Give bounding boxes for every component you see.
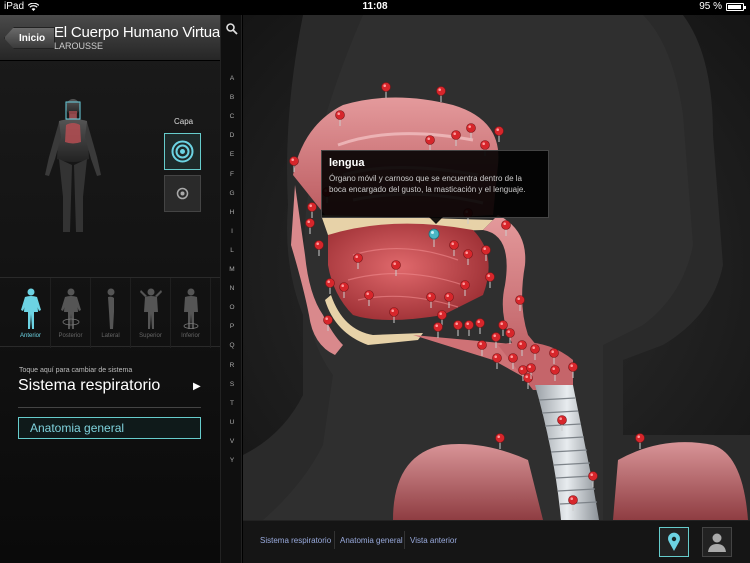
chevron-right-icon[interactable]: ▶	[193, 381, 201, 392]
left-panel: Inicio El Cuerpo Humano Virtual LAROUSSE…	[0, 15, 224, 563]
view-inferior[interactable]: Inferior	[171, 278, 211, 348]
section-button[interactable]: Anatomia general	[18, 417, 201, 439]
view-label: Superior	[139, 333, 162, 339]
app-header: Inicio El Cuerpo Humano Virtual LAROUSSE	[0, 15, 224, 61]
alphabet-letter-q[interactable]: Q	[221, 342, 243, 349]
alphabet-letter-r[interactable]: R	[221, 362, 243, 369]
layer-outer-button[interactable]	[164, 133, 201, 170]
alphabet-letter-s[interactable]: S	[221, 381, 243, 388]
alphabet-letter-o[interactable]: O	[221, 304, 243, 311]
clock: 11:08	[362, 1, 388, 12]
tooltip-title: lengua	[329, 157, 365, 169]
battery-group: 95 %	[699, 1, 746, 12]
app-title: El Cuerpo Humano Virtual	[54, 24, 224, 41]
view-posterior[interactable]: Posterior	[51, 278, 91, 348]
divider	[18, 407, 201, 408]
figure-front-icon	[21, 288, 41, 329]
alphabet-letter-f[interactable]: F	[221, 171, 243, 178]
layer-dot-icon	[176, 187, 189, 200]
divider	[404, 531, 405, 549]
view-label: Posterior	[58, 333, 83, 339]
anatomy-viewer[interactable]: lengua Órgano móvil y carnoso que se enc…	[243, 15, 750, 520]
breadcrumb-view[interactable]: Vista anterior	[410, 536, 457, 545]
figure-top-icon	[140, 288, 162, 329]
alphabet-letter-v[interactable]: V	[221, 438, 243, 445]
head-sagittal-illustration	[243, 15, 750, 520]
alphabet-letter-p[interactable]: P	[221, 323, 243, 330]
figure-side-icon	[107, 288, 115, 329]
alphabet-letter-u[interactable]: U	[221, 419, 243, 426]
tooltip-description: Órgano móvil y carnoso que se encuentra …	[329, 174, 526, 194]
alphabet-index: A B C D E F G H I L M N O P Q R S T U V Y	[220, 15, 242, 563]
figure-back-icon	[61, 288, 81, 329]
alphabet-letter-t[interactable]: T	[221, 400, 243, 407]
viewer-footer: Sistema respiratorio Anatomia general Vi…	[243, 520, 750, 563]
alphabet-letter-h[interactable]: H	[221, 209, 243, 216]
layer-inner-button[interactable]	[164, 175, 201, 212]
battery-percent: 95 %	[699, 1, 722, 12]
user-silhouette-icon	[708, 533, 726, 552]
alphabet-letter-a[interactable]: A	[221, 75, 243, 82]
alphabet-letter-b[interactable]: B	[221, 94, 243, 101]
body-navigator: Capa	[0, 61, 220, 276]
human-body-thumbnail[interactable]	[33, 97, 113, 237]
view-label: Lateral	[101, 333, 120, 339]
alphabet-letter-i[interactable]: I	[221, 228, 243, 235]
alphabet-letter-l[interactable]: L	[221, 247, 243, 254]
layer-label: Capa	[174, 117, 194, 126]
divider	[334, 531, 335, 549]
alphabet-letter-g[interactable]: G	[221, 190, 243, 197]
status-bar: iPad 11:08 95 %	[0, 0, 750, 15]
alphabet-letter-e[interactable]: E	[221, 151, 243, 158]
figure-bottom-icon	[183, 288, 199, 329]
system-selector[interactable]: Sistema respiratorio	[18, 377, 160, 395]
app-publisher: LAROUSSE	[54, 41, 104, 51]
battery-icon	[726, 2, 746, 11]
figure-toggle-button[interactable]	[702, 527, 732, 557]
map-pin-icon	[668, 532, 680, 551]
view-selector: Anterior Posterior Lateral Superior Infe…	[0, 277, 220, 348]
view-lateral[interactable]: Lateral	[91, 278, 131, 348]
view-label: Inferior	[181, 333, 200, 339]
view-anterior[interactable]: Anterior	[11, 278, 51, 348]
view-label: Anterior	[19, 333, 41, 339]
view-superior[interactable]: Superior	[131, 278, 171, 348]
info-tooltip: lengua Órgano móvil y carnoso que se enc…	[321, 150, 549, 224]
alphabet-letter-m[interactable]: M	[221, 266, 243, 273]
alphabet-letter-c[interactable]: C	[221, 113, 243, 120]
alphabet-letter-y[interactable]: Y	[221, 457, 243, 464]
layer-rings-icon	[171, 140, 194, 163]
alphabet-letter-d[interactable]: D	[221, 132, 243, 139]
search-icon[interactable]	[225, 22, 239, 36]
system-hint: Toque aquí para cambiar de sistema	[19, 367, 133, 374]
breadcrumb-section[interactable]: Anatomia general	[340, 536, 403, 545]
alphabet-letter-n[interactable]: N	[221, 285, 243, 292]
breadcrumb-system[interactable]: Sistema respiratorio	[260, 536, 331, 545]
battery-fill	[728, 4, 742, 9]
pins-toggle-button[interactable]	[659, 527, 689, 557]
home-back-button[interactable]: Inicio	[4, 27, 56, 49]
